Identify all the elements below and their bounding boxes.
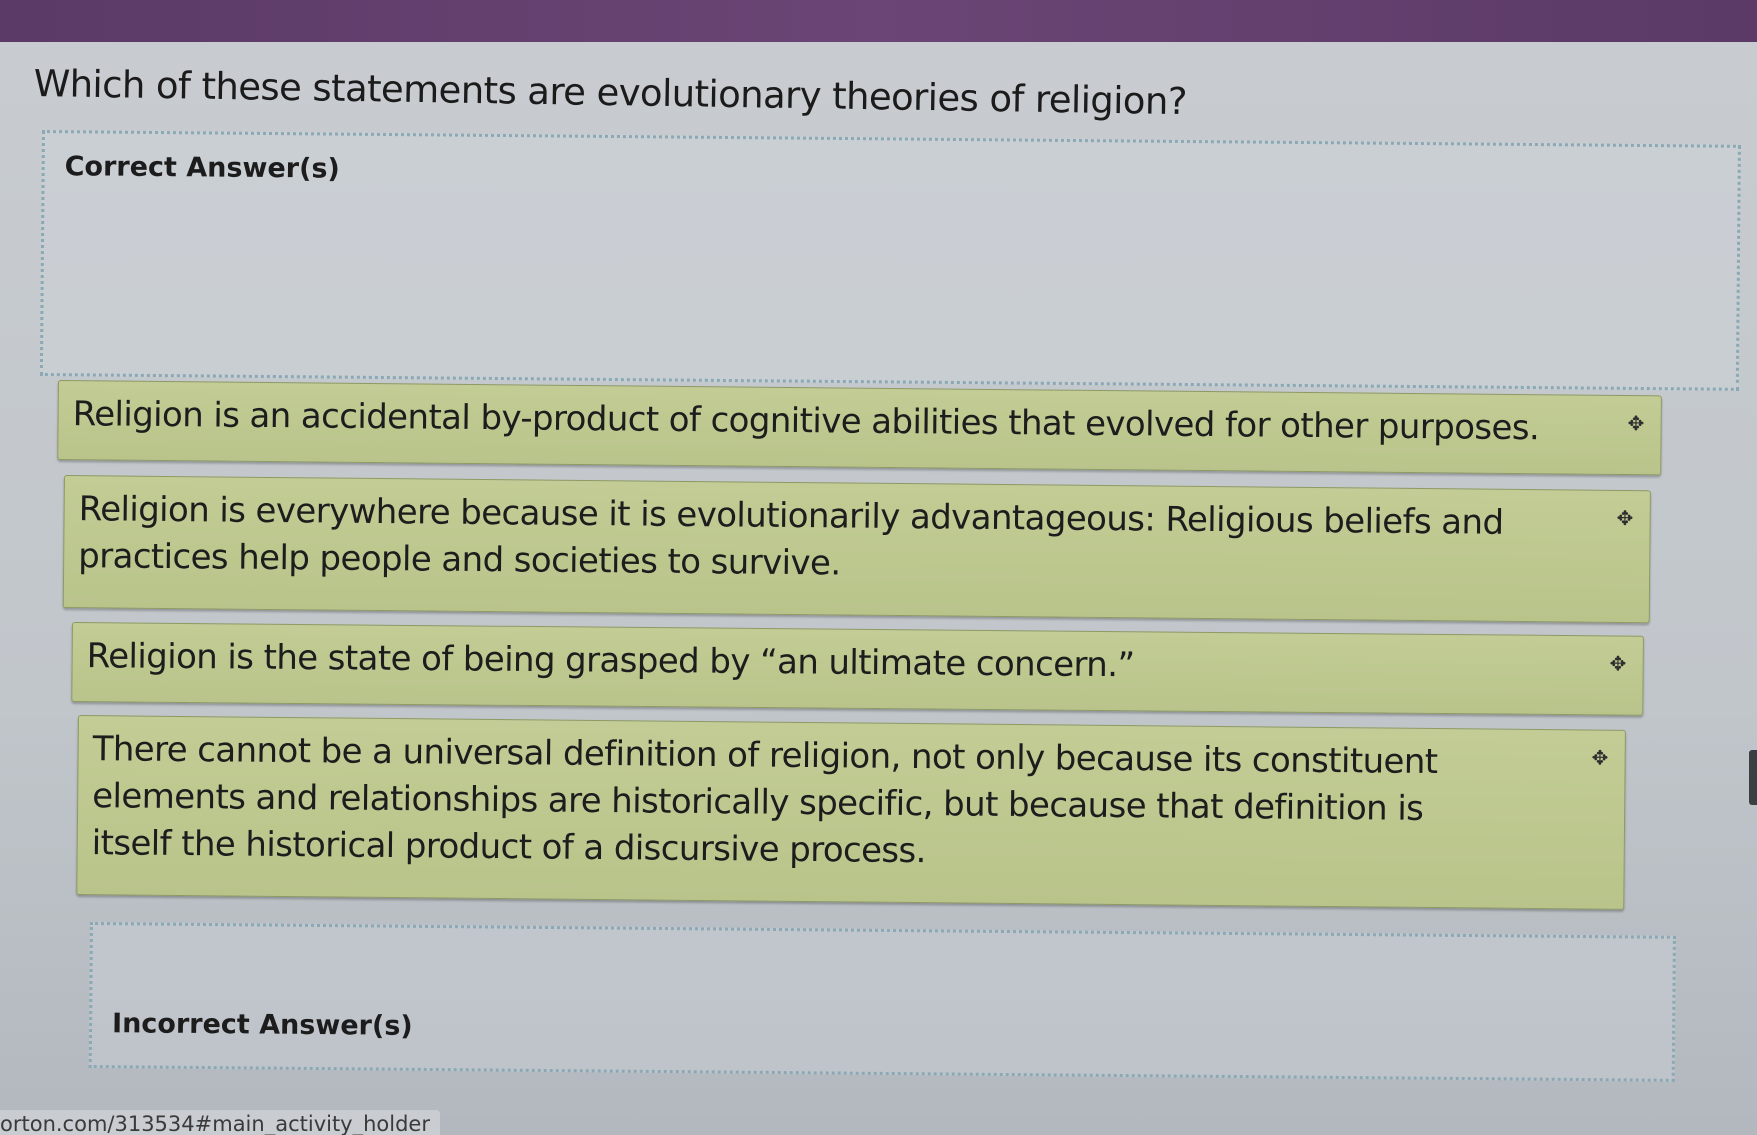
correct-answers-label: Correct Answer(s) bbox=[64, 151, 340, 185]
incorrect-answers-label: Incorrect Answer(s) bbox=[111, 1008, 413, 1042]
browser-top-bar bbox=[0, 0, 1757, 42]
move-icon[interactable]: ✥ bbox=[1589, 746, 1611, 770]
answer-text: Religion is everywhere because it is evo… bbox=[78, 489, 1504, 584]
correct-answers-dropzone[interactable]: Correct Answer(s) bbox=[39, 130, 1741, 391]
answer-card[interactable]: Religion is everywhere because it is evo… bbox=[62, 475, 1651, 624]
scrollbar-thumb[interactable] bbox=[1749, 750, 1757, 805]
move-icon[interactable]: ✥ bbox=[1625, 411, 1647, 435]
answer-card[interactable]: Religion is the state of being grasped b… bbox=[71, 622, 1644, 716]
answer-text: Religion is the state of being grasped b… bbox=[86, 636, 1135, 686]
answer-text: Religion is an accidental by-product of … bbox=[72, 394, 1540, 449]
answer-card[interactable]: There cannot be a universal definition o… bbox=[76, 715, 1626, 910]
status-bar-url: orton.com/313534#main_activity_holder bbox=[0, 1110, 440, 1135]
move-icon[interactable]: ✥ bbox=[1607, 651, 1629, 675]
move-icon[interactable]: ✥ bbox=[1614, 506, 1636, 530]
answer-text: There cannot be a universal definition o… bbox=[91, 729, 1438, 872]
question-text: Which of these statements are evolutiona… bbox=[33, 62, 1188, 124]
incorrect-answers-dropzone[interactable]: Incorrect Answer(s) bbox=[88, 922, 1676, 1082]
answer-card[interactable]: Religion is an accidental by-product of … bbox=[57, 380, 1662, 476]
